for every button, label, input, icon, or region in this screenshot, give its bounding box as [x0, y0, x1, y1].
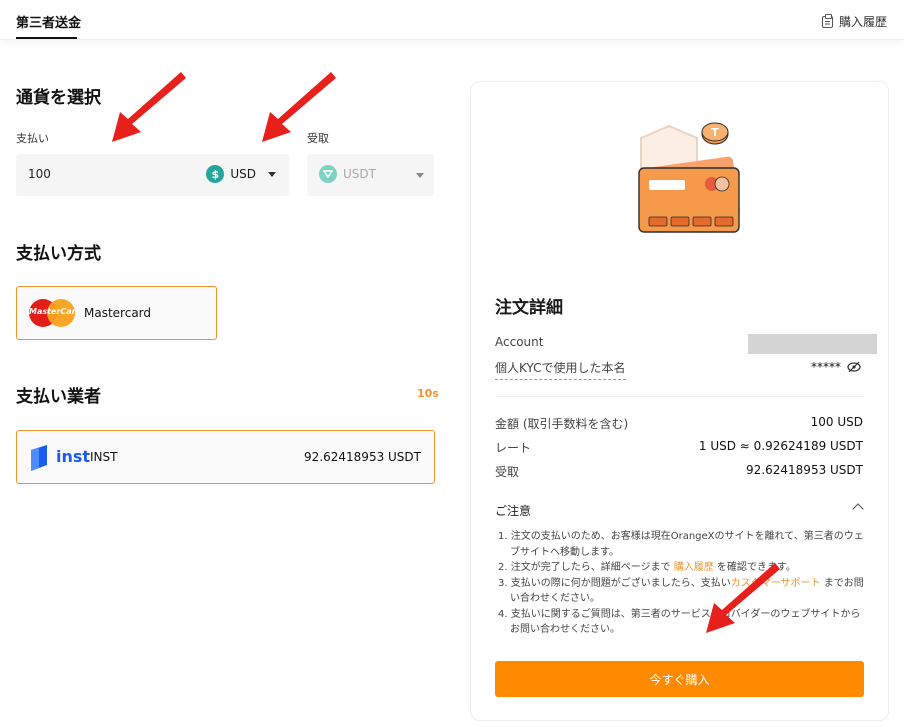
caret-down-icon	[416, 173, 424, 178]
receive-amount-value: 92.62418953 USDT	[746, 463, 863, 477]
kyc-masked-value: *****	[811, 360, 841, 374]
pay-currency-label: USD	[230, 167, 256, 181]
order-details-title: 注文詳細	[495, 298, 563, 318]
pay-amount-field[interactable]: 100 $ USD	[16, 154, 289, 196]
pay-amount-value: 100	[28, 167, 51, 181]
receive-amount-label: 受取	[495, 465, 520, 479]
purchase-history-label: 購入履歴	[838, 15, 887, 29]
buy-now-button[interactable]: 今すぐ購入	[495, 661, 864, 697]
svg-text:T: T	[711, 126, 719, 139]
order-details-panel: T 注文詳細 Account 個人KYCで使用した本名 ***** 金額 (取引…	[470, 81, 889, 721]
pay-currency-select[interactable]: $ USD	[206, 165, 276, 183]
currency-section-title: 通貨を選択	[16, 88, 101, 108]
divider	[495, 396, 865, 397]
annotation-arrow-icon	[112, 72, 186, 142]
receive-currency-select[interactable]: USDT	[319, 165, 376, 183]
rate-value: 1 USD ≈ 0.92624189 USDT	[698, 439, 863, 453]
mastercard-logo-icon: MasterCard	[29, 299, 81, 327]
notice-item: 4. 支払いに関するご質問は、第三者のサービスプロバイダーのウェブサイトからお問…	[498, 608, 861, 636]
dollar-coin-icon: $	[206, 165, 225, 183]
amount-value: 100 USD	[810, 415, 863, 429]
refresh-timer: 10s	[417, 387, 439, 400]
eye-off-icon[interactable]	[847, 361, 861, 373]
notice-item: 1. 注文の支払いのため、お客様は現在OrangeXのサイトを離れて、第三者のウ…	[498, 531, 864, 558]
top-bar: 第三者送金 購入履歴	[0, 0, 904, 40]
kyc-name-value: *****	[811, 360, 861, 374]
purchase-history-link[interactable]: 購入履歴	[821, 13, 887, 30]
notice-title: ご注意	[495, 504, 532, 518]
account-label: Account	[495, 335, 544, 349]
receive-currency-field[interactable]: USDT	[307, 154, 434, 196]
notice-item: 3. 支払いの際に何か問題がございましたら、支払いカスタマーサポート までお問い…	[498, 577, 864, 605]
payment-method-title: 支払い方式	[16, 244, 101, 264]
amount-label: 金額 (取引手数料を含む)	[495, 417, 629, 431]
receive-currency-label: USDT	[343, 167, 376, 181]
card-shield-illustration: T	[638, 122, 741, 233]
tether-coin-icon	[319, 165, 337, 183]
caret-down-icon	[268, 171, 276, 177]
annotation-arrow-icon	[706, 563, 780, 633]
inst-brand-word: inst	[56, 447, 91, 466]
rate-label: レート	[495, 441, 532, 455]
tab-active-indicator	[16, 37, 77, 39]
chevron-up-icon[interactable]	[852, 503, 864, 515]
provider-name: INST	[90, 450, 118, 464]
provider-amount: 92.62418953 USDT	[304, 450, 421, 464]
clipboard-icon	[821, 13, 833, 28]
pay-label: 支払い	[16, 132, 49, 145]
account-value-redacted	[748, 334, 877, 354]
notice-item: 2. 注文が完了したら、詳細ページまで 購入履歴 を確認できます。	[498, 562, 796, 573]
tab-third-party-transfer[interactable]: 第三者送金	[16, 12, 81, 31]
notice-list: 1. 注文の支払いのため、お客様は現在OrangeXのサイトを離れて、第三者のウ…	[498, 529, 868, 638]
kyc-name-label: 個人KYCで使用した本名	[495, 359, 626, 380]
payment-method-mastercard[interactable]: MasterCard Mastercard	[16, 286, 217, 340]
payment-method-label: Mastercard	[84, 306, 152, 320]
provider-section-title: 支払い業者	[16, 387, 101, 407]
provider-option-inst[interactable]: inst INST 92.62418953 USDT	[16, 430, 435, 484]
inst-logo-icon	[31, 445, 47, 471]
annotation-arrow-icon	[262, 72, 336, 142]
